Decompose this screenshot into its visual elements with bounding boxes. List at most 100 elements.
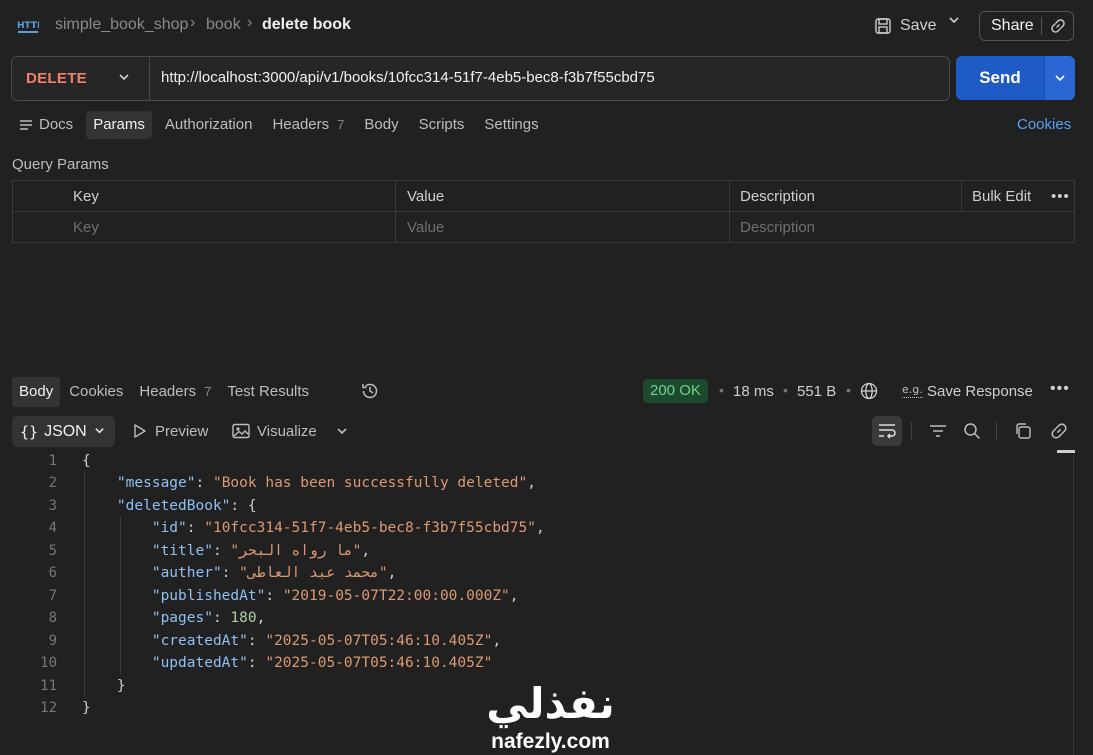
tab-authorization-label: Authorization xyxy=(164,116,253,133)
url-input[interactable]: http://localhost:3000/api/v1/books/10fcc… xyxy=(161,69,655,86)
visualize-chevron-down-icon[interactable] xyxy=(336,424,348,441)
watermark-arabic-logo: نفذلي xyxy=(486,679,615,728)
code-line: 4 "id": "10fcc314-51f7-4eb5-bec8-f3b7f55… xyxy=(0,517,1060,539)
bulk-edit-button[interactable]: Bulk Edit xyxy=(972,181,1031,212)
code-line: 7 "publishedAt": "2019-05-07T22:00:00.00… xyxy=(0,585,1060,607)
docs-icon xyxy=(20,120,32,130)
save-button[interactable]: Save xyxy=(874,14,936,38)
tab-body-label: Body xyxy=(364,116,399,133)
divider xyxy=(961,181,962,212)
watermark-domain: nafezly.com xyxy=(491,730,610,753)
tab-scripts-label: Scripts xyxy=(418,116,465,133)
code-text: } xyxy=(82,699,91,716)
save-response-button[interactable]: Save Response xyxy=(927,383,1033,400)
divider xyxy=(996,422,997,440)
chevron-down-icon xyxy=(94,423,105,441)
line-number: 12 xyxy=(40,699,57,716)
line-number: 6 xyxy=(48,565,57,582)
code-text: "publishedAt": "2019-05-07T22:00:00.000Z… xyxy=(151,587,519,604)
code-line: 8 "pages": 180, xyxy=(0,607,1060,629)
http-method-select[interactable]: DELETE xyxy=(26,70,87,87)
history-icon[interactable] xyxy=(360,381,380,405)
response-tab-test-results-label: Test Results xyxy=(227,383,310,400)
cookies-link[interactable]: Cookies xyxy=(1017,116,1071,133)
more-options-icon[interactable]: ••• xyxy=(1050,380,1070,398)
status-badge[interactable]: 200 OK xyxy=(643,379,708,403)
share-button[interactable]: Share xyxy=(980,17,1041,35)
filter-icon[interactable] xyxy=(923,416,953,446)
divider xyxy=(729,181,730,242)
column-header-description: Description xyxy=(740,188,816,205)
response-headers-count-badge: 7 xyxy=(204,384,212,399)
divider xyxy=(911,422,912,440)
code-text: "id": "10fcc314-51f7-4eb5-bec8-f3b7f55cb… xyxy=(151,520,545,537)
breadcrumb-separator-icon: › xyxy=(247,14,253,31)
tab-params[interactable]: Params xyxy=(86,111,152,139)
code-text: "auther": "محمد عبد العاطى", xyxy=(151,565,397,582)
param-description-input[interactable]: Description xyxy=(740,212,815,243)
code-text: { xyxy=(82,453,91,469)
copy-link-icon[interactable] xyxy=(1042,18,1073,34)
wrap-lines-icon[interactable] xyxy=(872,416,902,446)
http-request-icon: HTTP xyxy=(17,16,39,36)
tab-settings[interactable]: Settings xyxy=(477,111,545,139)
save-options-chevron-icon[interactable] xyxy=(948,14,960,29)
query-params-table: Key Value Description Bulk Edit ••• Key … xyxy=(12,180,1075,243)
line-number: 10 xyxy=(40,655,57,672)
search-icon[interactable] xyxy=(957,416,987,446)
save-label: Save xyxy=(900,17,937,34)
response-tab-body[interactable]: Body xyxy=(12,377,61,407)
code-text: "updatedAt": "2025-05-07T05:46:10.405Z" xyxy=(151,655,493,672)
response-time[interactable]: 18 ms xyxy=(733,383,774,400)
response-tab-headers[interactable]: Headers 7 xyxy=(132,377,218,407)
tab-docs[interactable]: Docs xyxy=(12,111,80,139)
visualize-label: Visualize xyxy=(257,422,317,440)
param-key-input[interactable]: Key xyxy=(73,212,99,243)
request-title[interactable]: delete book xyxy=(262,16,351,34)
tab-headers-label: Headers xyxy=(272,116,330,133)
indent-guide xyxy=(120,517,121,675)
visualize-button[interactable]: Visualize xyxy=(232,420,317,442)
response-tabs: Body Cookies Headers 7 Test Results xyxy=(12,377,318,407)
query-params-title: Query Params xyxy=(12,156,109,173)
code-text: } xyxy=(82,677,126,694)
response-tab-body-label: Body xyxy=(19,383,54,400)
line-number: 1 xyxy=(48,453,57,469)
globe-icon[interactable] xyxy=(860,382,878,404)
scroll-position-marker xyxy=(1057,450,1075,453)
code-text: "deletedBook": { xyxy=(116,497,257,514)
response-tab-test-results[interactable]: Test Results xyxy=(220,377,316,407)
response-tab-cookies-label: Cookies xyxy=(69,383,124,400)
param-value-input[interactable]: Value xyxy=(407,212,444,243)
method-chevron-down-icon[interactable] xyxy=(118,70,130,87)
breadcrumb-separator-icon: › xyxy=(190,14,196,31)
breadcrumb-folder[interactable]: book xyxy=(206,16,241,34)
more-options-icon[interactable]: ••• xyxy=(1051,181,1070,212)
code-text: "message": "Book has been successfully d… xyxy=(116,475,536,492)
tab-headers[interactable]: Headers 7 xyxy=(265,111,351,139)
line-number: 5 xyxy=(48,542,57,559)
copy-icon[interactable] xyxy=(1008,416,1038,446)
format-select[interactable]: {} JSON xyxy=(12,416,115,447)
headers-count-badge: 7 xyxy=(337,117,345,132)
send-button[interactable]: Send xyxy=(956,56,1044,100)
line-number: 3 xyxy=(48,497,57,514)
link-icon[interactable] xyxy=(1044,416,1074,446)
tab-scripts[interactable]: Scripts xyxy=(412,111,472,139)
tab-authorization[interactable]: Authorization xyxy=(158,111,260,139)
save-example-icon[interactable]: e.g. xyxy=(902,383,923,398)
response-tab-cookies[interactable]: Cookies xyxy=(62,377,130,407)
tab-docs-label: Docs xyxy=(39,116,74,133)
divider xyxy=(395,181,396,242)
tab-body[interactable]: Body xyxy=(357,111,405,139)
response-size[interactable]: 551 B xyxy=(797,383,836,400)
indent-guide xyxy=(84,472,85,697)
breadcrumb-collection[interactable]: simple_book_shop xyxy=(55,16,188,34)
code-line: 9 "createdAt": "2025-05-07T05:46:10.405Z… xyxy=(0,630,1060,652)
preview-button[interactable]: Preview xyxy=(132,420,208,442)
response-tab-headers-label: Headers xyxy=(139,383,197,400)
send-options-chevron-icon[interactable] xyxy=(1045,56,1075,100)
tab-settings-label: Settings xyxy=(484,116,539,133)
request-url-bar: DELETE http://localhost:3000/api/v1/book… xyxy=(11,56,950,101)
scrollbar[interactable] xyxy=(1073,455,1074,755)
